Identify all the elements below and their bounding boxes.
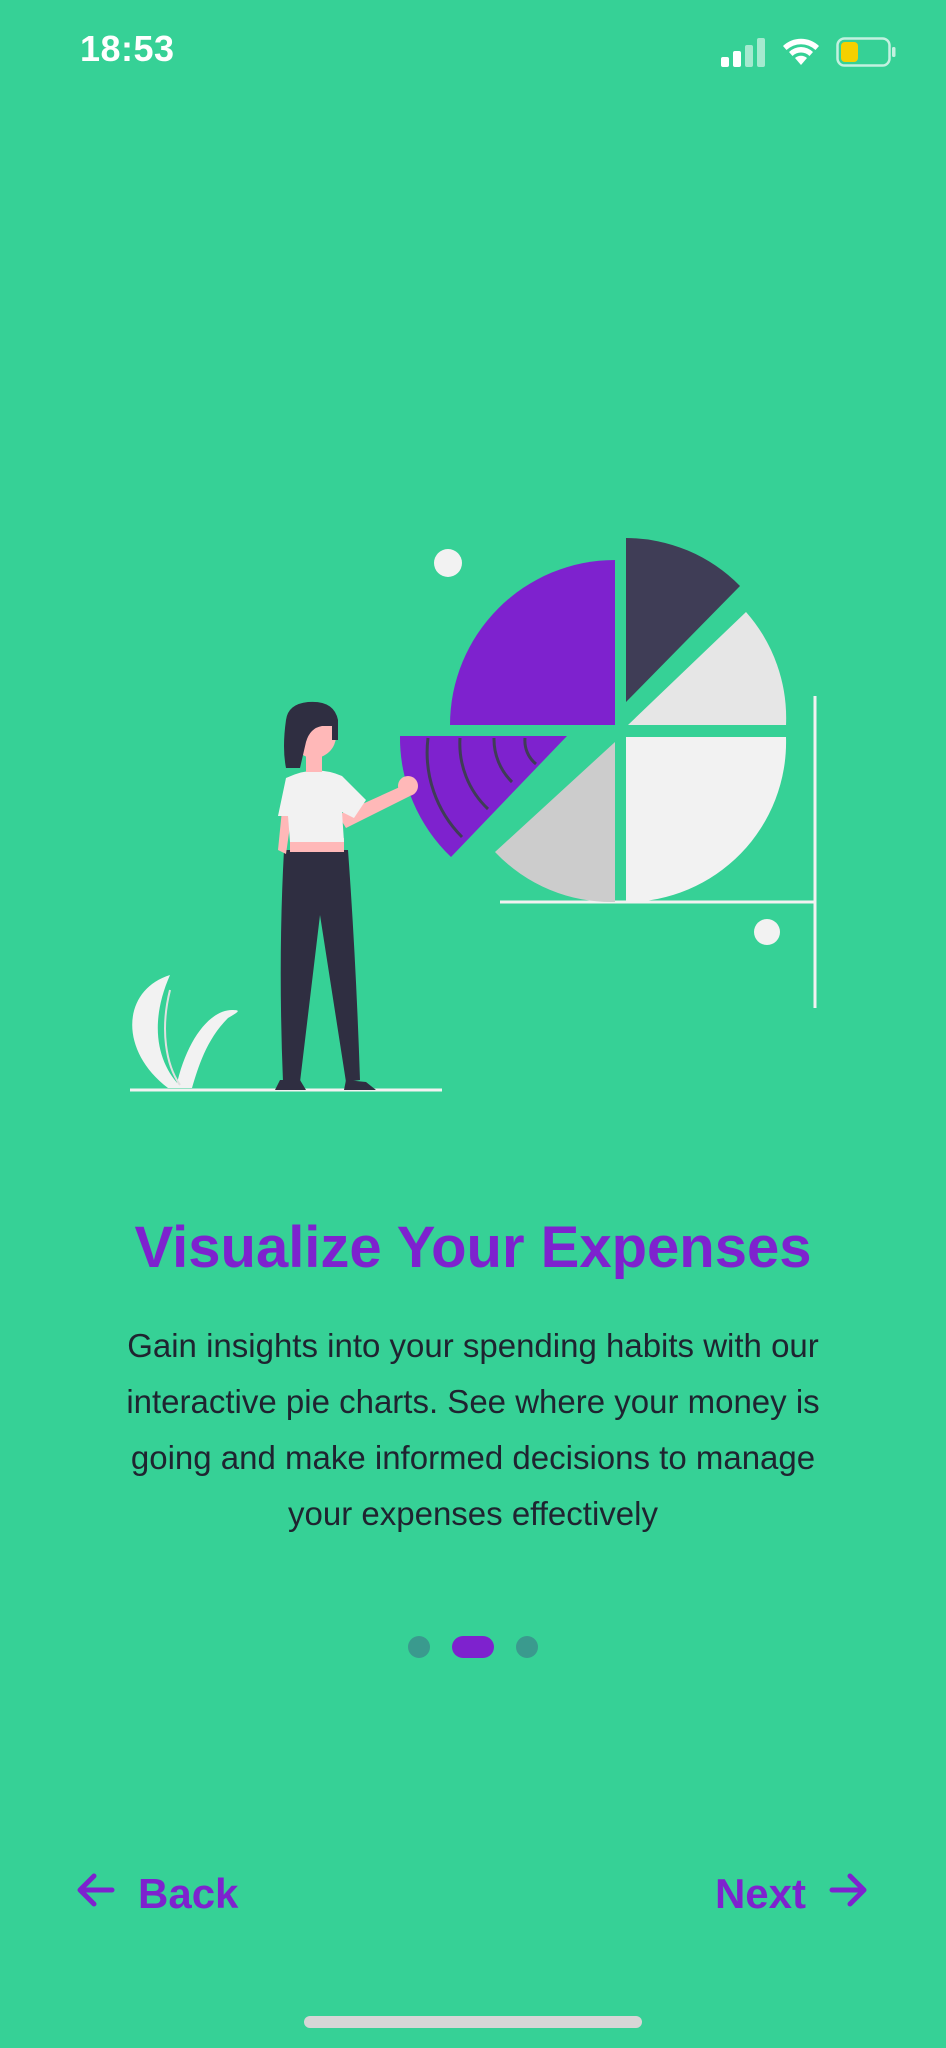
decor-dot-right <box>754 919 780 945</box>
pie-slice-white-bottom <box>626 737 787 902</box>
onboarding-title: Visualize Your Expenses <box>134 1215 812 1280</box>
arrow-left-icon <box>76 1870 116 1918</box>
next-button-label: Next <box>714 1870 806 1917</box>
back-button-label: Back <box>138 1870 239 1917</box>
plant-leaf-left <box>132 975 182 1088</box>
arrow-right-icon <box>828 1870 868 1918</box>
woman-legs <box>280 850 360 1082</box>
wifi-icon <box>782 37 820 72</box>
page-indicator-dot[interactable] <box>516 1636 538 1658</box>
battery-icon <box>836 36 896 72</box>
decor-dot-top <box>434 549 462 577</box>
page-indicator <box>0 1636 946 1658</box>
page-indicator-dot[interactable] <box>408 1636 430 1658</box>
woman-shirt <box>278 770 366 842</box>
page-indicator-dot-active[interactable] <box>452 1636 494 1658</box>
status-time: 18:53 <box>80 28 175 69</box>
woman-with-pie-chart-illustration <box>110 520 850 1100</box>
woman-shoe-left <box>275 1080 306 1090</box>
woman-shoe-right <box>344 1080 376 1090</box>
back-button[interactable]: Back <box>76 1870 238 1918</box>
pie-slice-purple-large <box>450 560 615 725</box>
plant-leaf-right <box>176 1010 238 1088</box>
onboarding-description: Gain insights into your spending habits … <box>126 1327 820 1532</box>
cellular-signal-icon <box>720 37 766 72</box>
home-indicator[interactable] <box>304 2016 642 2028</box>
next-button[interactable]: Next <box>715 1870 868 1918</box>
status-bar: 18:53 <box>0 0 946 110</box>
status-icons <box>720 34 896 74</box>
